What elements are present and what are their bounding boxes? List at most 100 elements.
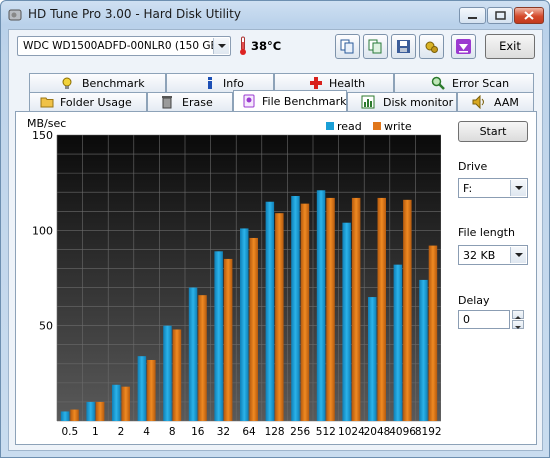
read-bar xyxy=(86,401,95,421)
read-bar xyxy=(112,384,121,421)
tab-erase[interactable]: Erase xyxy=(147,92,233,111)
write-bar xyxy=(403,199,412,421)
window-title: HD Tune Pro 3.00 - Hard Disk Utility xyxy=(28,7,241,21)
write-bar xyxy=(275,213,284,421)
write-bar xyxy=(147,359,156,421)
delay-spinner: 0 xyxy=(458,310,524,329)
write-bar xyxy=(121,386,130,421)
y-axis: 50 100 150 xyxy=(32,129,53,333)
temperature-readout: 38°C xyxy=(251,39,282,53)
delay-label: Delay xyxy=(458,294,490,307)
read-bar xyxy=(419,279,428,421)
x-tick-label: 4 xyxy=(143,426,150,438)
read-bar xyxy=(163,325,172,421)
write-bar xyxy=(172,329,182,421)
write-bar xyxy=(351,197,361,421)
toolbar: WDC WD1500ADFD-00NLR0 (150 GB) 38°C Exit xyxy=(9,30,542,68)
title-bar: HD Tune Pro 3.00 - Hard Disk Utility xyxy=(1,1,549,29)
x-tick-label: 2048 xyxy=(364,426,391,438)
minimize-button[interactable] xyxy=(459,7,486,24)
benchmark-controls: Start Drive F: File length 32 KB Delay 0 xyxy=(452,112,538,442)
tab-folder-usage[interactable]: Folder Usage xyxy=(29,92,147,111)
write-legend-label: write xyxy=(384,120,412,133)
aam-icon xyxy=(472,95,484,109)
close-button[interactable] xyxy=(514,7,544,24)
chevron-down-icon xyxy=(213,38,229,54)
read-legend-label: read xyxy=(337,120,362,133)
x-tick-label: 0.5 xyxy=(61,426,78,438)
file-length-dropdown[interactable]: 32 KB xyxy=(458,245,528,265)
options-icon xyxy=(425,41,438,53)
x-tick-label: 8 xyxy=(169,426,176,438)
spin-down-button[interactable] xyxy=(512,320,524,329)
copy-text-button[interactable] xyxy=(335,34,360,59)
close-icon xyxy=(524,11,534,20)
app-icon xyxy=(8,9,22,21)
copy-screenshot-button[interactable] xyxy=(363,34,388,59)
tab-aam[interactable]: AAM xyxy=(457,92,534,111)
write-bar xyxy=(95,401,105,421)
benchmark-icon xyxy=(62,77,72,89)
start-button[interactable]: Start xyxy=(458,121,528,142)
save-icon xyxy=(397,40,410,53)
disk-monitor-icon xyxy=(361,95,375,109)
folder-icon xyxy=(40,97,54,108)
read-bar xyxy=(240,228,249,421)
maximize-button[interactable] xyxy=(487,7,513,24)
tab-row-bottom: Folder Usage Erase File Benchmark Disk m… xyxy=(9,90,542,111)
exit-button[interactable]: Exit xyxy=(485,34,535,59)
tab-disk-monitor[interactable]: Disk monitor xyxy=(347,92,457,111)
delay-input[interactable]: 0 xyxy=(458,310,510,329)
tab-error-scan[interactable]: Error Scan xyxy=(394,73,534,92)
minimize-icon xyxy=(468,17,477,19)
x-tick-label: 512 xyxy=(316,426,336,438)
client-area: WDC WD1500ADFD-00NLR0 (150 GB) 38°C Exit… xyxy=(8,29,543,451)
options-button[interactable] xyxy=(419,34,444,59)
read-bar xyxy=(393,264,403,421)
x-tick-label: 32 xyxy=(217,426,230,438)
file-length-value: 32 KB xyxy=(463,249,496,262)
drive-select[interactable]: WDC WD1500ADFD-00NLR0 (150 GB) xyxy=(17,36,231,56)
write-bar xyxy=(326,197,335,421)
drive-select-value: WDC WD1500ADFD-00NLR0 (150 GB) xyxy=(23,40,222,52)
chevron-down-icon xyxy=(510,180,526,196)
read-bar xyxy=(265,201,275,421)
read-bar xyxy=(291,196,300,421)
write-bar xyxy=(428,245,438,421)
chart-legend: read write xyxy=(326,120,412,133)
copy-text-icon xyxy=(340,39,354,54)
write-bar xyxy=(300,203,310,421)
info-icon xyxy=(208,77,212,89)
chevron-down-icon xyxy=(515,326,521,329)
drive-dropdown[interactable]: F: xyxy=(458,178,528,198)
x-tick-label: 256 xyxy=(290,426,310,438)
save-button[interactable] xyxy=(391,34,416,59)
y-tick-label: 50 xyxy=(39,320,53,333)
download-button[interactable] xyxy=(451,34,476,59)
write-legend-swatch xyxy=(373,122,381,130)
chevron-down-icon xyxy=(510,247,526,263)
read-bar xyxy=(316,190,326,421)
drive-label: Drive xyxy=(458,160,488,173)
tab-file-benchmark[interactable]: File Benchmark xyxy=(233,90,347,111)
error-scan-icon xyxy=(431,76,445,90)
x-tick-label: 1024 xyxy=(338,426,365,438)
y-tick-label: 100 xyxy=(32,224,53,237)
x-tick-label: 64 xyxy=(242,426,256,438)
read-legend-swatch xyxy=(326,122,334,130)
drive-dropdown-value: F: xyxy=(463,182,473,195)
x-tick-label: 16 xyxy=(191,426,205,438)
x-tick-label: 2 xyxy=(118,426,125,438)
x-axis: 0.5 1 2 4 8 16 32 64 128 256 512 1024204840968192 xyxy=(61,426,441,438)
tab-benchmark[interactable]: Benchmark xyxy=(29,73,166,92)
read-bar xyxy=(188,287,198,421)
y-tick-label: 150 xyxy=(32,129,53,142)
write-bar xyxy=(198,295,207,421)
file-benchmark-panel: MB/sec read write 50 100 150 0.5 1 2 4 8 16 32 64 1… xyxy=(15,111,537,445)
spin-up-button[interactable] xyxy=(512,310,524,319)
file-length-label: File length xyxy=(458,226,515,239)
erase-icon xyxy=(162,96,172,109)
main-window: HD Tune Pro 3.00 - Hard Disk Utility WDC… xyxy=(0,0,550,458)
health-icon xyxy=(310,77,322,89)
x-tick-label: 1 xyxy=(92,426,99,438)
